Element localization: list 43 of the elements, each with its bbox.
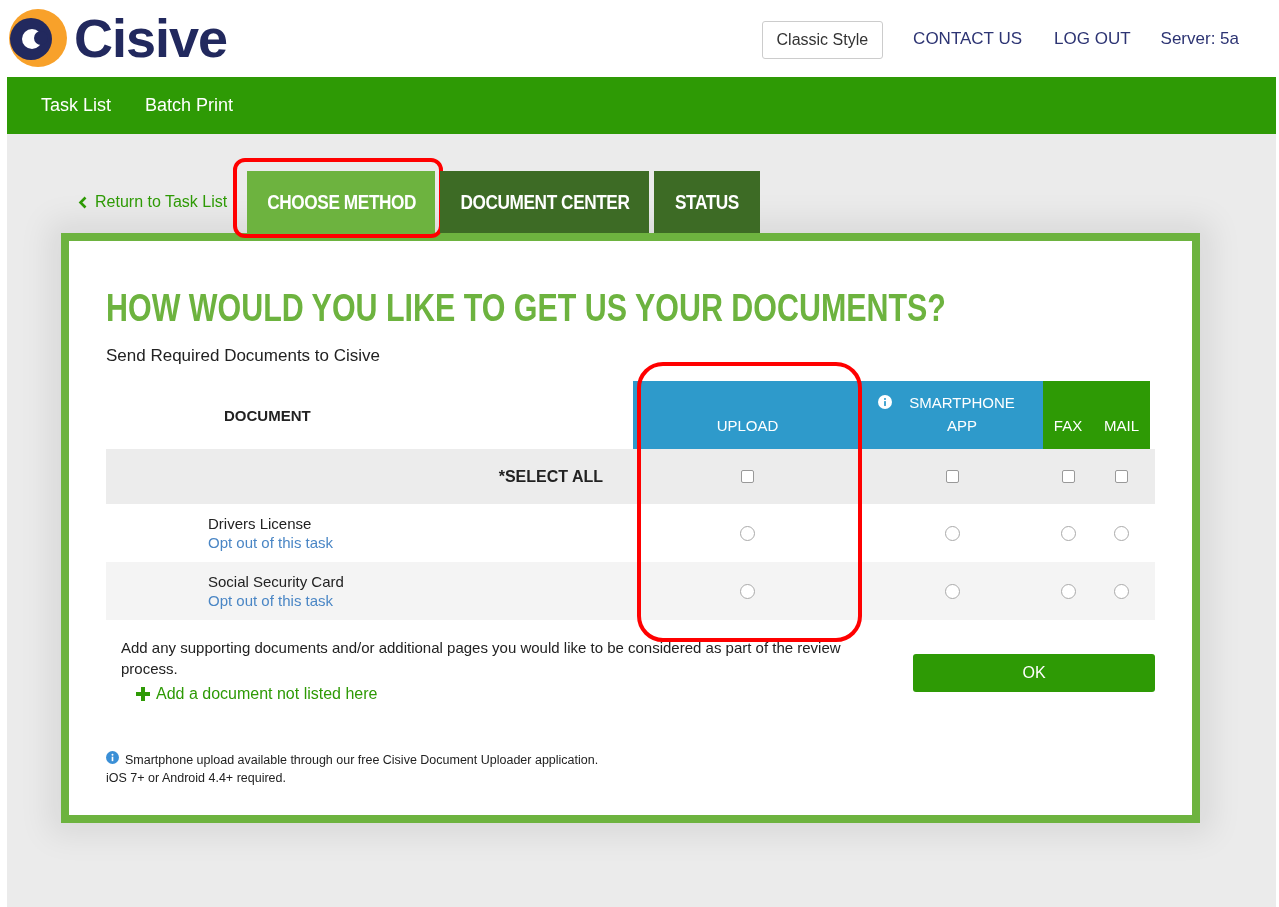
ok-button[interactable]: OK: [913, 654, 1155, 692]
document-name: Social Security Card: [208, 573, 345, 590]
column-header: MAIL: [1093, 381, 1150, 449]
card-subtitle: Send Required Documents to Cisive: [106, 346, 382, 367]
footnote-text: iOS 7+ or Android 4.4+ required.: [106, 770, 286, 787]
nav-link[interactable]: Task List: [41, 95, 112, 116]
logo-text: Cisive: [74, 6, 228, 69]
classic-style-button[interactable]: Classic Style: [761, 20, 884, 59]
checkbox[interactable]: [1061, 470, 1075, 483]
column-header: DOCUMENT: [224, 406, 311, 424]
radio-button[interactable]: [1114, 583, 1129, 599]
document-name: Drivers License: [208, 515, 313, 532]
add-document-link[interactable]: Add a document not listed here: [136, 685, 378, 703]
header-link[interactable]: LOG OUT: [1054, 28, 1131, 49]
tab[interactable]: STATUS: [654, 171, 761, 233]
server-label: Server: 5a: [1160, 28, 1239, 49]
info-icon: [106, 751, 119, 764]
logo-icon: [8, 7, 68, 68]
chevron-left-icon: [78, 195, 87, 209]
supporting-text: Add any supporting documents and/or additional pages you would like to be considered as part of the review process.: [121, 638, 841, 679]
opt-out-link[interactable]: Opt out of this task: [208, 592, 334, 609]
radio-button[interactable]: [740, 525, 755, 541]
header-link[interactable]: CONTACT US: [913, 28, 1023, 49]
radio-button[interactable]: [1060, 583, 1076, 599]
page-heading: HOW WOULD YOU LIKE TO GET US YOUR DOCUMENTS?: [106, 286, 946, 330]
tab[interactable]: CHOOSE METHOD: [247, 171, 436, 233]
checkbox[interactable]: [1115, 470, 1128, 483]
column-header: SMARTPHONE APP: [862, 381, 1043, 449]
opt-out-link[interactable]: Opt out of this task: [208, 534, 334, 551]
radio-button[interactable]: [1114, 525, 1129, 541]
checkbox[interactable]: [741, 470, 754, 483]
tab[interactable]: DOCUMENT CENTER: [440, 171, 650, 233]
footnote-text: Smartphone upload available through our free Cisive Document Uploader application.: [125, 752, 599, 769]
radio-button[interactable]: [740, 583, 755, 599]
radio-button[interactable]: [1060, 525, 1076, 541]
back-link[interactable]: Return to Task List: [78, 171, 228, 233]
column-header: FAX: [1043, 381, 1093, 449]
radio-button[interactable]: [945, 583, 960, 599]
checkbox[interactable]: [946, 470, 959, 483]
nav-link[interactable]: Batch Print: [145, 95, 234, 116]
plus-icon: [136, 687, 150, 701]
radio-button[interactable]: [945, 525, 960, 541]
select-all-label: *SELECT ALL: [497, 467, 604, 486]
